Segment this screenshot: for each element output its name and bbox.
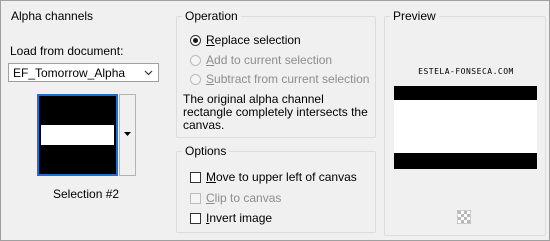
- preview-image: [394, 86, 537, 169]
- checkbox-label: Move to upper left of canvas: [206, 170, 357, 184]
- alpha-channel-thumbnail[interactable]: [37, 94, 118, 176]
- radio-indicator: [190, 34, 201, 46]
- operation-title: Operation: [182, 9, 241, 23]
- checkbox-label: Clip to canvas: [206, 191, 282, 205]
- radio-label: Add to current selection: [206, 53, 333, 67]
- radio-label: Subtract from current selection: [206, 72, 370, 86]
- radio-indicator: [190, 73, 201, 85]
- checkbox-invert-image[interactable]: Invert image: [190, 211, 272, 225]
- thumbnail-dropdown-button[interactable]: [119, 94, 136, 176]
- checkbox-box: [190, 212, 201, 224]
- checkbox-box: [190, 171, 201, 183]
- checkbox-box: [190, 192, 201, 204]
- radio-label: Replace selection: [206, 33, 301, 47]
- checkerboard-navigator-icon[interactable]: [457, 210, 471, 224]
- load-from-document-label: Load from document:: [10, 44, 124, 58]
- document-combobox-value: EF_Tomorrow_Alpha: [13, 66, 126, 80]
- chevron-down-icon: [144, 70, 153, 76]
- options-title: Options: [182, 144, 230, 158]
- radio-subtract-from-current-selection[interactable]: Subtract from current selection: [190, 72, 369, 86]
- preview-title: Preview: [390, 9, 439, 23]
- operation-message: The original alpha channel rectangle com…: [183, 92, 368, 132]
- load-selection-from-alpha-dialog: Alpha channels Load from document: EF_To…: [0, 0, 550, 241]
- radio-indicator: [190, 54, 201, 66]
- checkbox-move-to-upper-left[interactable]: Move to upper left of canvas: [190, 170, 357, 184]
- preview-white-band: [394, 100, 537, 153]
- preview-watermark: ESTELA-FONSECA.COM: [418, 67, 514, 76]
- document-combobox[interactable]: EF_Tomorrow_Alpha: [8, 63, 159, 82]
- checkbox-label: Invert image: [206, 211, 273, 225]
- selection-caption: Selection #2: [53, 187, 120, 201]
- thumbnail-white-band: [41, 125, 114, 145]
- radio-add-to-current-selection[interactable]: Add to current selection: [190, 53, 332, 67]
- triangle-down-icon: [124, 132, 131, 136]
- radio-replace-selection[interactable]: Replace selection: [190, 33, 301, 47]
- alpha-channels-title: Alpha channels: [8, 9, 97, 23]
- checkbox-clip-to-canvas[interactable]: Clip to canvas: [190, 191, 281, 205]
